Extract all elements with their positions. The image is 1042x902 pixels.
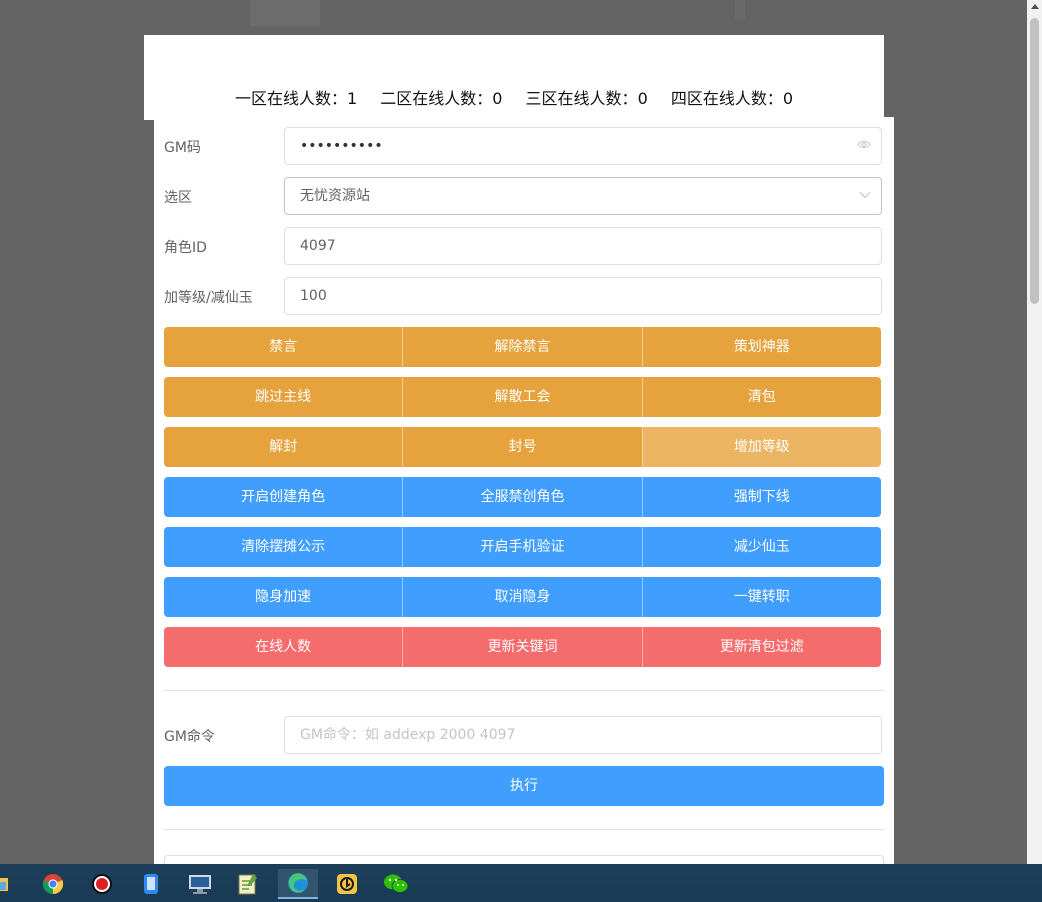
- cancel-stealth-button[interactable]: 取消隐身: [402, 577, 642, 617]
- divider: [164, 829, 884, 830]
- unmute-button[interactable]: 解除禁言: [402, 327, 642, 367]
- gm-command-placeholder: GM命令：如 addexp 2000 4097: [300, 727, 516, 743]
- button-row-4: 开启创建角色 全服禁创角色 强制下线: [164, 477, 881, 517]
- disband-guild-button[interactable]: 解散工会: [402, 377, 642, 417]
- clear-bag-button[interactable]: 清包: [641, 377, 881, 417]
- execute-button[interactable]: 执行: [164, 766, 884, 806]
- ban-button[interactable]: 封号: [402, 427, 642, 467]
- role-id-value: 4097: [300, 238, 336, 254]
- add-level-button[interactable]: 增加等级: [641, 427, 881, 467]
- planner-artifact-button[interactable]: 策划神器: [641, 327, 881, 367]
- button-row-3: 解封 封号 增加等级: [164, 427, 881, 467]
- role-id-label: 角色ID: [164, 240, 207, 256]
- reduce-jade-button[interactable]: 减少仙玉: [641, 527, 881, 567]
- scroll-up-arrow-icon[interactable]: [1031, 4, 1039, 9]
- stealth-speed-button[interactable]: 隐身加速: [164, 577, 403, 617]
- edge-icon[interactable]: [278, 869, 318, 899]
- page-scrollbar[interactable]: [1027, 0, 1042, 864]
- wechat-icon[interactable]: [376, 869, 416, 899]
- chrome-icon[interactable]: [33, 869, 73, 899]
- mute-button[interactable]: 禁言: [164, 327, 403, 367]
- zone-select-label: 选区: [164, 190, 192, 206]
- gm-code-label: GM码: [164, 140, 201, 156]
- enable-create-role-button[interactable]: 开启创建角色: [164, 477, 403, 517]
- level-label: 加等级/减仙玉: [164, 290, 253, 306]
- background-shape: [250, 0, 320, 26]
- zone-1-online: 一区在线人数：1: [234, 89, 358, 108]
- disable-create-role-button[interactable]: 全服禁创角色: [402, 477, 642, 517]
- zone-3-online: 三区在线人数：0: [525, 89, 648, 108]
- zone-select[interactable]: 无忧资源站: [284, 177, 882, 215]
- gm-command-input[interactable]: GM命令：如 addexp 2000 4097: [284, 716, 882, 754]
- online-count-line: 一区在线人数：1 二区在线人数：0 三区在线人数：0 四区在线人数：0: [144, 85, 884, 109]
- notepad-icon[interactable]: [228, 869, 268, 899]
- gm-command-label: GM命令: [164, 729, 215, 745]
- update-keywords-button[interactable]: 更新关键词: [402, 627, 642, 667]
- gm-form-panel: GM码 •••••••••• 选区 无忧资源站 角色ID 4097 加等级/减仙…: [154, 117, 894, 875]
- remote-icon[interactable]: [327, 869, 367, 899]
- skip-main-quest-button[interactable]: 跳过主线: [164, 377, 403, 417]
- button-row-2: 跳过主线 解散工会 清包: [164, 377, 881, 417]
- enable-phone-verify-button[interactable]: 开启手机验证: [402, 527, 642, 567]
- computer-icon[interactable]: [180, 869, 220, 899]
- folder-icon[interactable]: [0, 869, 18, 899]
- one-click-job-change-button[interactable]: 一键转职: [641, 577, 881, 617]
- gm-code-value: ••••••••••: [300, 138, 383, 154]
- online-count-button[interactable]: 在线人数: [164, 627, 403, 667]
- scroll-thumb[interactable]: [1030, 18, 1039, 304]
- button-row-7: 在线人数 更新关键词 更新清包过滤: [164, 627, 881, 667]
- button-row-6: 隐身加速 取消隐身 一键转职: [164, 577, 881, 617]
- taskbar: [0, 864, 1042, 902]
- zone-select-value: 无忧资源站: [300, 188, 370, 204]
- clear-stall-notice-button[interactable]: 清除摆摊公示: [164, 527, 403, 567]
- unban-button[interactable]: 解封: [164, 427, 403, 467]
- role-id-input[interactable]: 4097: [284, 227, 882, 265]
- force-offline-button[interactable]: 强制下线: [641, 477, 881, 517]
- divider: [164, 690, 884, 691]
- online-count-card: 一区在线人数：1 二区在线人数：0 三区在线人数：0 四区在线人数：0: [144, 35, 884, 120]
- button-row-5: 清除摆摊公示 开启手机验证 减少仙玉: [164, 527, 881, 567]
- background-shape: [735, 0, 745, 20]
- level-input[interactable]: 100: [284, 277, 882, 315]
- record-icon[interactable]: [82, 869, 122, 899]
- level-value: 100: [300, 288, 327, 304]
- eye-icon[interactable]: [857, 140, 871, 149]
- update-bag-filter-button[interactable]: 更新清包过滤: [641, 627, 881, 667]
- phone-icon[interactable]: [131, 869, 171, 899]
- button-row-1: 禁言 解除禁言 策划神器: [164, 327, 881, 367]
- gm-code-input[interactable]: ••••••••••: [284, 127, 882, 165]
- zone-2-online: 二区在线人数：0: [380, 89, 503, 108]
- zone-4-online: 四区在线人数：0: [670, 89, 794, 108]
- chevron-down-icon: [859, 192, 871, 199]
